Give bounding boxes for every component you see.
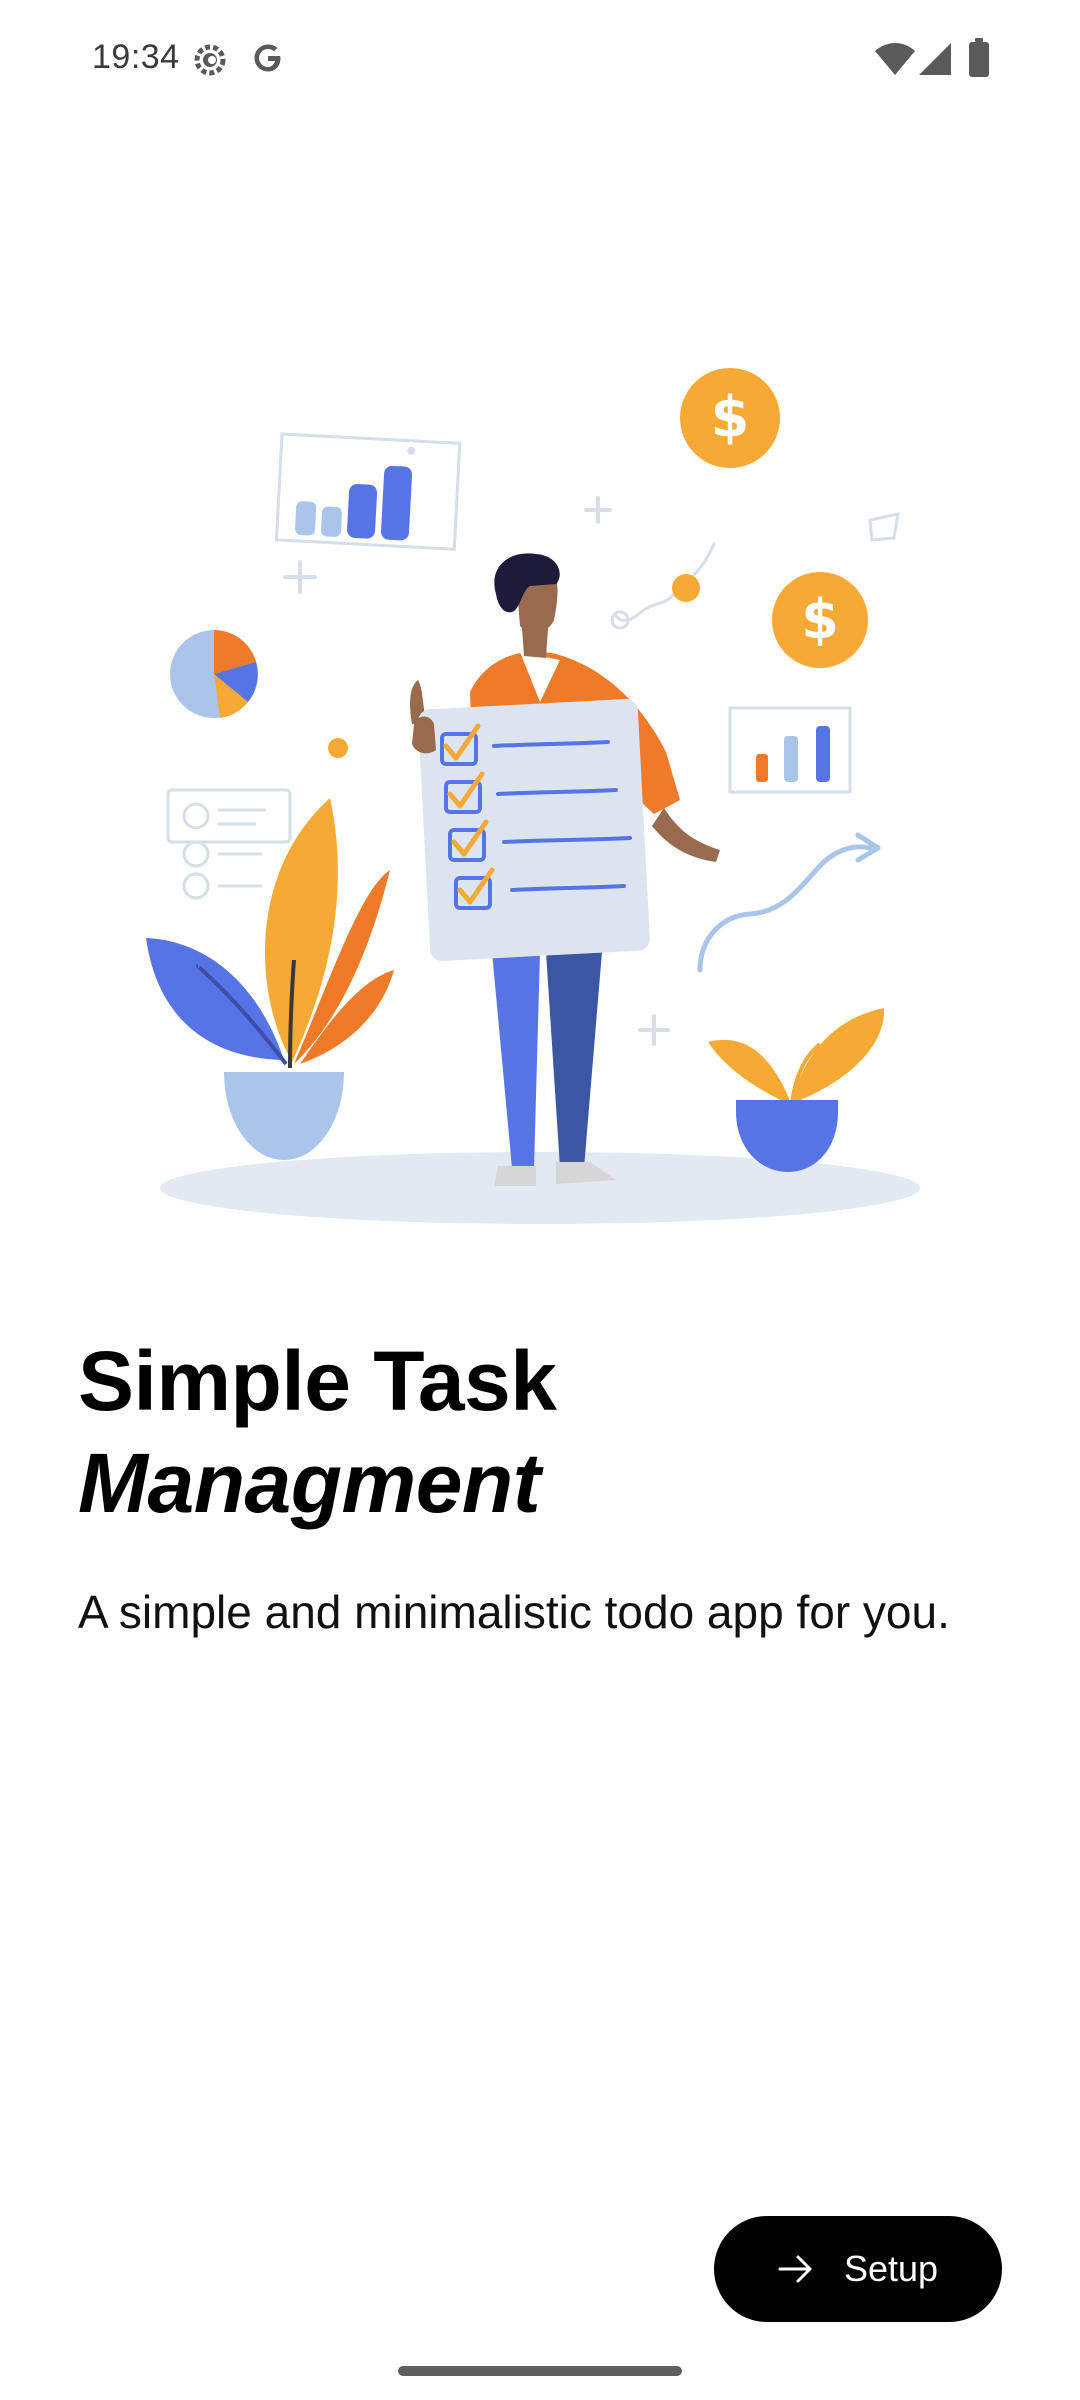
title-line-1: Simple Task xyxy=(78,1334,557,1428)
list-card xyxy=(166,788,292,900)
cell-signal-icon xyxy=(918,42,952,81)
page-title: Simple Task Managment xyxy=(78,1330,557,1534)
small-bar-chart-card xyxy=(728,706,852,794)
status-time: 19:34 xyxy=(92,38,180,76)
pie-chart xyxy=(170,630,258,718)
setup-button[interactable]: Setup xyxy=(714,2216,1002,2322)
task-checklist-illustration: $ $ xyxy=(0,330,1080,1250)
svg-text:$: $ xyxy=(711,385,750,450)
status-bar: 19:34 xyxy=(0,0,1080,120)
settings-gear-icon xyxy=(190,40,230,85)
battery-icon xyxy=(968,38,990,83)
title-line-2: Managment xyxy=(78,1436,541,1530)
dollar-coin-icon: $ xyxy=(680,368,780,468)
page-subtitle: A simple and minimalistic todo app for y… xyxy=(78,1586,950,1638)
google-g-icon xyxy=(250,40,286,81)
dollar-coin-icon: $ xyxy=(772,572,868,668)
wifi-icon xyxy=(874,42,916,81)
plant-right xyxy=(708,1008,885,1172)
gesture-navigation-handle[interactable] xyxy=(398,2366,682,2376)
svg-text:$: $ xyxy=(801,588,839,651)
setup-button-label: Setup xyxy=(843,2248,939,2289)
person-holding-checklist xyxy=(410,553,720,1186)
arrow-right-icon xyxy=(778,2253,814,2285)
bar-chart-card xyxy=(274,432,462,551)
